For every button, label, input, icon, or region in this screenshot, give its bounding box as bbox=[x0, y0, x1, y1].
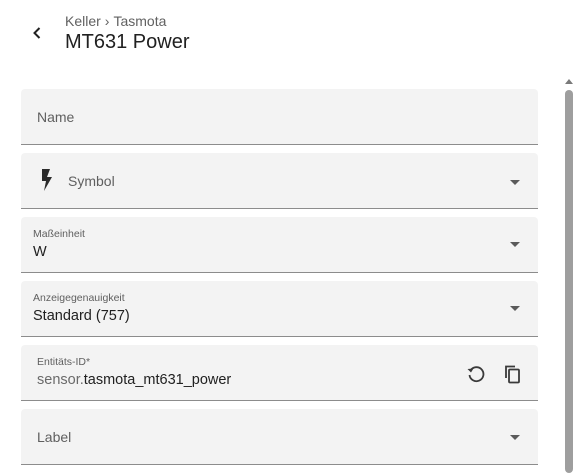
chevron-down-icon bbox=[510, 242, 520, 247]
symbol-picker[interactable]: Symbol bbox=[21, 153, 538, 209]
label-placeholder: Label bbox=[37, 429, 72, 445]
entity-id-field[interactable]: Entitäts-ID* sensor.tasmota_mt631_power bbox=[21, 345, 538, 401]
precision-label: Anzeigegenauigkeit bbox=[33, 292, 125, 304]
breadcrumb: Keller › Tasmota bbox=[65, 13, 166, 29]
copy-icon bbox=[505, 365, 520, 384]
unit-label: Maßeinheit bbox=[33, 228, 85, 240]
chevron-down-icon bbox=[510, 306, 520, 311]
entity-settings-dialog: Keller › Tasmota MT631 Power Name Symbol M… bbox=[0, 0, 574, 473]
entity-id-object-id: tasmota_mt631_power bbox=[83, 372, 232, 388]
restore-entity-id-button[interactable] bbox=[464, 362, 488, 386]
copy-entity-id-button[interactable] bbox=[500, 362, 524, 386]
chevron-down-icon bbox=[510, 435, 520, 440]
breadcrumb-area: Keller bbox=[65, 13, 101, 29]
unit-value: W bbox=[33, 244, 47, 260]
restore-icon bbox=[467, 366, 485, 383]
symbol-placeholder: Symbol bbox=[68, 173, 115, 189]
back-button[interactable] bbox=[22, 18, 52, 48]
back-chevron-icon bbox=[33, 27, 41, 39]
chevron-down-icon bbox=[510, 180, 520, 185]
entity-id-value[interactable]: sensor.tasmota_mt631_power bbox=[37, 372, 231, 388]
breadcrumb-integration: Tasmota bbox=[113, 13, 167, 29]
entity-id-prefix: sensor. bbox=[37, 372, 84, 388]
precision-select[interactable]: Anzeigegenauigkeit Standard (757) bbox=[21, 281, 538, 337]
scroll-up-arrow-icon[interactable] bbox=[565, 79, 573, 84]
lightning-bolt-icon bbox=[42, 169, 52, 191]
entity-id-label: Entitäts-ID* bbox=[37, 356, 91, 368]
breadcrumb-separator: › bbox=[104, 13, 110, 29]
unit-select[interactable]: Maßeinheit W bbox=[21, 217, 538, 273]
name-field[interactable]: Name bbox=[21, 89, 538, 145]
dialog-header: Keller › Tasmota MT631 Power bbox=[0, 0, 574, 72]
scrollbar-thumb[interactable] bbox=[565, 90, 573, 473]
name-placeholder: Name bbox=[37, 109, 75, 125]
form-content: Name Symbol Maßeinheit W Anzeigegenauigk… bbox=[0, 72, 562, 473]
label-picker[interactable]: Label bbox=[21, 409, 538, 465]
precision-value: Standard (757) bbox=[33, 308, 130, 324]
page-title: MT631 Power bbox=[65, 31, 190, 53]
